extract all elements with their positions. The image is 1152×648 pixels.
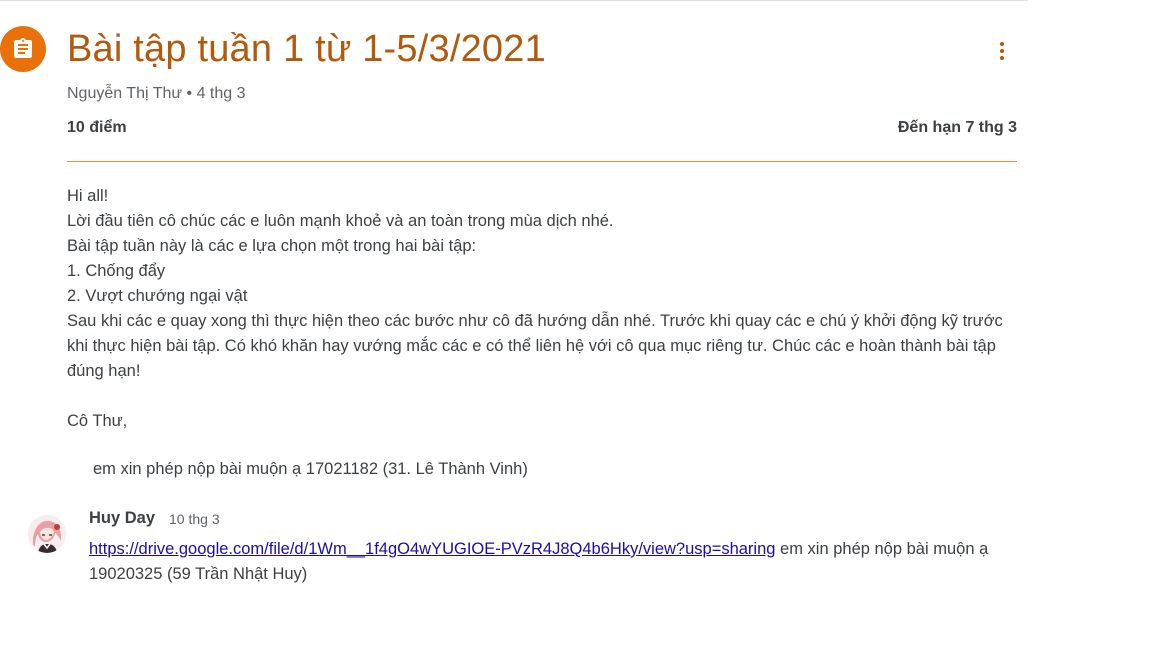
comment-body: https://drive.google.com/file/d/1Wm__1f4… (89, 537, 989, 587)
description-line: Hi all! (67, 187, 109, 205)
more-options-icon[interactable] (986, 34, 1018, 68)
description-line: 2. Vượt chướng ngại vật (67, 287, 248, 305)
top-border (0, 0, 1028, 1)
comment-author: Huy Day (89, 509, 156, 527)
avatar (28, 515, 66, 553)
points-label: 10 điểm (67, 119, 127, 136)
previous-comment-body: em xin phép nộp bài muộn ạ 17021182 (31.… (93, 460, 528, 478)
signature: Cô Thư, (67, 412, 128, 430)
author-name: Nguyễn Thị Thư (67, 85, 183, 102)
assignment-description: Hi all! Lời đầu tiên cô chúc các e luôn … (67, 184, 1017, 434)
drive-link[interactable]: https://drive.google.com/file/d/1Wm__1f4… (89, 540, 775, 558)
previous-comment-text: em xin phép nộp bài muộn ạ 17021182 (31.… (93, 458, 793, 482)
header-divider (67, 161, 1017, 162)
posted-date: 4 thg 3 (196, 85, 246, 102)
description-paragraph: Sau khi các e quay xong thì thực hiện th… (67, 312, 1003, 380)
description-line: 1. Chống đẩy (67, 262, 166, 280)
description-line: Bài tập tuần này là các e lựa chọn một t… (67, 237, 477, 255)
assignment-icon (0, 26, 46, 72)
meta-separator: • (182, 85, 197, 102)
description-line: Lời đầu tiên cô chúc các e luôn mạnh kho… (67, 212, 614, 230)
comment-date: 10 thg 3 (169, 511, 220, 527)
assignment-title: Bài tập tuần 1 từ 1-5/3/2021 (67, 28, 546, 70)
assignment-meta: Nguyễn Thị Thư • 4 thg 3 (67, 85, 246, 103)
due-date-label: Đến hạn 7 thg 3 (897, 119, 1017, 136)
